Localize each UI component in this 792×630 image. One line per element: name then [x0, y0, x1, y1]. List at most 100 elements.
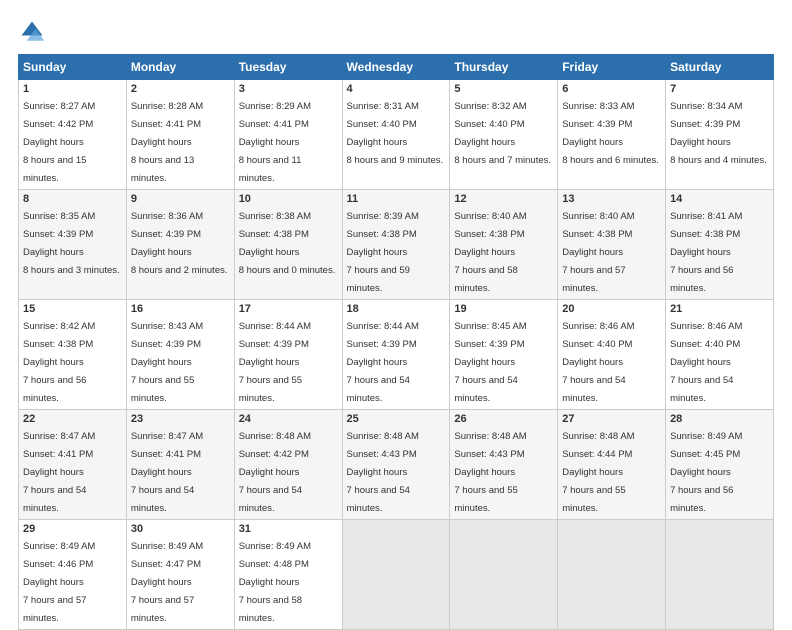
- day-number: 13: [562, 193, 661, 205]
- day-info: Sunrise: 8:48 AMSunset: 4:42 PMDaylight …: [239, 431, 311, 514]
- day-info: Sunrise: 8:46 AMSunset: 4:40 PMDaylight …: [562, 321, 634, 404]
- calendar-cell: [450, 520, 558, 630]
- day-number: 29: [23, 523, 122, 535]
- calendar-cell: 1 Sunrise: 8:27 AMSunset: 4:42 PMDayligh…: [19, 80, 127, 190]
- calendar-cell: 11 Sunrise: 8:39 AMSunset: 4:38 PMDaylig…: [342, 190, 450, 300]
- day-number: 11: [347, 193, 446, 205]
- calendar-cell: [342, 520, 450, 630]
- day-number: 5: [454, 83, 553, 95]
- calendar-cell: 16 Sunrise: 8:43 AMSunset: 4:39 PMDaylig…: [126, 300, 234, 410]
- day-number: 20: [562, 303, 661, 315]
- day-info: Sunrise: 8:44 AMSunset: 4:39 PMDaylight …: [239, 321, 311, 404]
- day-number: 31: [239, 523, 338, 535]
- day-info: Sunrise: 8:38 AMSunset: 4:38 PMDaylight …: [239, 211, 336, 276]
- calendar-cell: 18 Sunrise: 8:44 AMSunset: 4:39 PMDaylig…: [342, 300, 450, 410]
- day-info: Sunrise: 8:34 AMSunset: 4:39 PMDaylight …: [670, 101, 767, 166]
- day-number: 28: [670, 413, 769, 425]
- day-number: 22: [23, 413, 122, 425]
- day-number: 8: [23, 193, 122, 205]
- calendar-cell: 30 Sunrise: 8:49 AMSunset: 4:47 PMDaylig…: [126, 520, 234, 630]
- day-info: Sunrise: 8:44 AMSunset: 4:39 PMDaylight …: [347, 321, 419, 404]
- day-info: Sunrise: 8:32 AMSunset: 4:40 PMDaylight …: [454, 101, 551, 166]
- day-info: Sunrise: 8:36 AMSunset: 4:39 PMDaylight …: [131, 211, 228, 276]
- calendar-cell: 12 Sunrise: 8:40 AMSunset: 4:38 PMDaylig…: [450, 190, 558, 300]
- day-number: 3: [239, 83, 338, 95]
- weekday-header-sunday: Sunday: [19, 55, 127, 80]
- calendar-cell: 10 Sunrise: 8:38 AMSunset: 4:38 PMDaylig…: [234, 190, 342, 300]
- day-info: Sunrise: 8:47 AMSunset: 4:41 PMDaylight …: [131, 431, 203, 514]
- calendar-cell: 15 Sunrise: 8:42 AMSunset: 4:38 PMDaylig…: [19, 300, 127, 410]
- logo-icon: [18, 18, 46, 46]
- calendar-cell: 14 Sunrise: 8:41 AMSunset: 4:38 PMDaylig…: [666, 190, 774, 300]
- calendar-cell: 19 Sunrise: 8:45 AMSunset: 4:39 PMDaylig…: [450, 300, 558, 410]
- day-info: Sunrise: 8:35 AMSunset: 4:39 PMDaylight …: [23, 211, 120, 276]
- day-info: Sunrise: 8:45 AMSunset: 4:39 PMDaylight …: [454, 321, 526, 404]
- day-info: Sunrise: 8:43 AMSunset: 4:39 PMDaylight …: [131, 321, 203, 404]
- day-info: Sunrise: 8:48 AMSunset: 4:44 PMDaylight …: [562, 431, 634, 514]
- calendar-cell: 26 Sunrise: 8:48 AMSunset: 4:43 PMDaylig…: [450, 410, 558, 520]
- calendar-cell: 7 Sunrise: 8:34 AMSunset: 4:39 PMDayligh…: [666, 80, 774, 190]
- calendar-cell: 2 Sunrise: 8:28 AMSunset: 4:41 PMDayligh…: [126, 80, 234, 190]
- calendar-cell: 25 Sunrise: 8:48 AMSunset: 4:43 PMDaylig…: [342, 410, 450, 520]
- day-number: 17: [239, 303, 338, 315]
- calendar-cell: 22 Sunrise: 8:47 AMSunset: 4:41 PMDaylig…: [19, 410, 127, 520]
- day-info: Sunrise: 8:49 AMSunset: 4:45 PMDaylight …: [670, 431, 742, 514]
- weekday-header-friday: Friday: [558, 55, 666, 80]
- day-number: 12: [454, 193, 553, 205]
- day-number: 1: [23, 83, 122, 95]
- day-number: 23: [131, 413, 230, 425]
- day-number: 2: [131, 83, 230, 95]
- day-info: Sunrise: 8:29 AMSunset: 4:41 PMDaylight …: [239, 101, 311, 184]
- day-number: 4: [347, 83, 446, 95]
- weekday-header-monday: Monday: [126, 55, 234, 80]
- calendar-cell: 9 Sunrise: 8:36 AMSunset: 4:39 PMDayligh…: [126, 190, 234, 300]
- day-number: 19: [454, 303, 553, 315]
- calendar-cell: 31 Sunrise: 8:49 AMSunset: 4:48 PMDaylig…: [234, 520, 342, 630]
- calendar-cell: 8 Sunrise: 8:35 AMSunset: 4:39 PMDayligh…: [19, 190, 127, 300]
- day-number: 10: [239, 193, 338, 205]
- day-info: Sunrise: 8:27 AMSunset: 4:42 PMDaylight …: [23, 101, 95, 184]
- day-info: Sunrise: 8:31 AMSunset: 4:40 PMDaylight …: [347, 101, 444, 166]
- calendar-cell: 20 Sunrise: 8:46 AMSunset: 4:40 PMDaylig…: [558, 300, 666, 410]
- day-number: 16: [131, 303, 230, 315]
- day-number: 27: [562, 413, 661, 425]
- weekday-header-wednesday: Wednesday: [342, 55, 450, 80]
- calendar-cell: 5 Sunrise: 8:32 AMSunset: 4:40 PMDayligh…: [450, 80, 558, 190]
- day-info: Sunrise: 8:33 AMSunset: 4:39 PMDaylight …: [562, 101, 659, 166]
- day-number: 26: [454, 413, 553, 425]
- calendar-cell: 21 Sunrise: 8:46 AMSunset: 4:40 PMDaylig…: [666, 300, 774, 410]
- calendar-cell: 13 Sunrise: 8:40 AMSunset: 4:38 PMDaylig…: [558, 190, 666, 300]
- calendar-cell: 24 Sunrise: 8:48 AMSunset: 4:42 PMDaylig…: [234, 410, 342, 520]
- calendar-cell: 27 Sunrise: 8:48 AMSunset: 4:44 PMDaylig…: [558, 410, 666, 520]
- day-info: Sunrise: 8:41 AMSunset: 4:38 PMDaylight …: [670, 211, 742, 294]
- weekday-header-saturday: Saturday: [666, 55, 774, 80]
- day-info: Sunrise: 8:40 AMSunset: 4:38 PMDaylight …: [562, 211, 634, 294]
- logo: [18, 18, 50, 46]
- day-info: Sunrise: 8:47 AMSunset: 4:41 PMDaylight …: [23, 431, 95, 514]
- day-info: Sunrise: 8:46 AMSunset: 4:40 PMDaylight …: [670, 321, 742, 404]
- calendar-cell: 28 Sunrise: 8:49 AMSunset: 4:45 PMDaylig…: [666, 410, 774, 520]
- calendar-cell: 4 Sunrise: 8:31 AMSunset: 4:40 PMDayligh…: [342, 80, 450, 190]
- calendar-cell: 17 Sunrise: 8:44 AMSunset: 4:39 PMDaylig…: [234, 300, 342, 410]
- calendar: SundayMondayTuesdayWednesdayThursdayFrid…: [18, 54, 774, 630]
- page: SundayMondayTuesdayWednesdayThursdayFrid…: [0, 0, 792, 612]
- calendar-cell: 6 Sunrise: 8:33 AMSunset: 4:39 PMDayligh…: [558, 80, 666, 190]
- day-number: 6: [562, 83, 661, 95]
- day-number: 9: [131, 193, 230, 205]
- calendar-cell: 3 Sunrise: 8:29 AMSunset: 4:41 PMDayligh…: [234, 80, 342, 190]
- day-number: 7: [670, 83, 769, 95]
- day-number: 25: [347, 413, 446, 425]
- weekday-header-tuesday: Tuesday: [234, 55, 342, 80]
- day-number: 30: [131, 523, 230, 535]
- day-number: 15: [23, 303, 122, 315]
- day-number: 21: [670, 303, 769, 315]
- day-info: Sunrise: 8:40 AMSunset: 4:38 PMDaylight …: [454, 211, 526, 294]
- day-info: Sunrise: 8:39 AMSunset: 4:38 PMDaylight …: [347, 211, 419, 294]
- day-number: 18: [347, 303, 446, 315]
- day-number: 24: [239, 413, 338, 425]
- day-info: Sunrise: 8:48 AMSunset: 4:43 PMDaylight …: [347, 431, 419, 514]
- day-info: Sunrise: 8:48 AMSunset: 4:43 PMDaylight …: [454, 431, 526, 514]
- day-number: 14: [670, 193, 769, 205]
- calendar-cell: [666, 520, 774, 630]
- calendar-cell: 29 Sunrise: 8:49 AMSunset: 4:46 PMDaylig…: [19, 520, 127, 630]
